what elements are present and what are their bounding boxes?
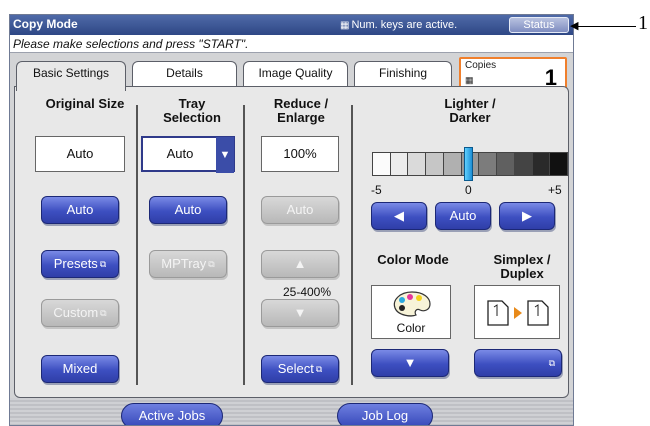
density-cell [443,153,462,175]
density-max-label: +5 [548,183,562,197]
tray-heading-line2: Selection [163,110,221,125]
tab-finishing[interactable]: Finishing [354,61,452,87]
color-mode-display: Color [371,285,451,339]
dropdown-arrow-icon: ▼ [216,137,234,173]
callout-line [576,26,636,27]
lighter-button[interactable]: ◀ [371,202,427,230]
presets-label: Presets [53,256,98,271]
popup-icon: ⧉ [315,364,323,374]
keypad-icon: ▦ [465,75,473,85]
custom-button[interactable]: Custom ⧉ [41,299,119,327]
title-bar: Copy Mode ▦ Num. keys are active. Status [10,15,573,35]
density-heading: Lighter / Darker [415,97,525,125]
tray-selection-value: Auto [166,146,194,161]
bottom-bar [10,398,573,425]
copies-label: Copies [465,60,497,71]
reduce-heading-line1: Reduce / [273,96,329,111]
status-button[interactable]: Status [509,17,569,33]
density-mid-label: 0 [465,183,472,197]
simplex-heading-line1: Simplex / [493,252,551,267]
tab-basic-settings[interactable]: Basic Settings [16,61,126,91]
mixed-button[interactable]: Mixed [41,355,119,383]
density-cell [550,153,568,175]
column-divider [351,105,353,385]
reduce-heading-line2: Enlarge [277,110,325,125]
callout-arrow-icon: ◀ [570,20,579,32]
density-cell [532,153,551,175]
density-cell [497,153,515,175]
density-min-label: -5 [371,183,382,197]
zoom-auto-button[interactable]: Auto [261,196,339,224]
tray-selection-display[interactable]: Auto ▼ [141,136,235,173]
callout-number: 1 [638,12,648,34]
original-size-display: Auto [35,136,125,172]
zoom-range-label: 25-400% [282,285,332,299]
keypad-icon: ▦ [340,20,350,31]
custom-label: Custom [53,305,99,320]
mptray-label: MPTray [161,256,207,271]
down-arrow-icon: ▼ [403,355,417,370]
density-heading-line1: Lighter / [444,96,496,111]
darker-button[interactable]: ▶ [499,202,555,230]
zoom-select-button[interactable]: Select ⧉ [261,355,339,383]
tray-auto-button[interactable]: Auto [149,196,227,224]
basic-settings-panel: Original Size Auto Auto Presets ⧉ Custom ⧉… [14,86,569,398]
numkeys-text: Num. keys are active. [351,19,458,31]
zoom-display: 100% [261,136,339,172]
right-arrow-icon: ▶ [522,208,532,223]
popup-icon: ⧉ [208,259,215,269]
select-label: Select [277,361,314,376]
density-cell [373,153,391,175]
density-cell [514,153,533,175]
left-arrow-icon: ◀ [394,208,404,223]
original-size-heading: Original Size [45,96,125,111]
instruction-message: Please make selections and press "START"… [10,35,573,53]
density-cell [408,153,427,175]
zoom-down-button[interactable]: ▼ [261,299,339,327]
column-divider [136,105,138,385]
zoom-up-button[interactable]: ▲ [261,250,339,278]
numkeys-indicator: ▦ Num. keys are active. [340,19,457,31]
density-cell [479,153,498,175]
density-cell [426,153,444,175]
popup-icon: ⧉ [548,358,555,368]
mptray-button[interactable]: MPTray ⧉ [149,250,227,278]
popup-icon: ⧉ [100,308,107,318]
tray-selection-heading: Tray Selection [147,97,237,125]
tab-details[interactable]: Details [132,61,237,87]
popup-icon: ⧉ [99,259,107,269]
original-size-auto-button[interactable]: Auto [41,196,119,224]
simplex-heading-line2: Duplex [500,266,544,281]
up-arrow-icon: ▲ [293,256,307,271]
palette-icon [393,291,431,317]
reduce-enlarge-heading: Reduce / Enlarge [259,97,343,125]
active-jobs-button[interactable]: Active Jobs [121,403,223,425]
window-title: Copy Mode [13,17,78,31]
color-mode-button[interactable]: ▼ [371,349,449,377]
down-arrow-icon: ▼ [293,305,307,320]
color-mode-heading: Color Mode [377,252,449,267]
density-marker[interactable] [464,147,473,181]
tab-image-quality[interactable]: Image Quality [243,61,348,87]
color-mode-value: Color [396,321,426,335]
copy-mode-screen: Copy Mode ▦ Num. keys are active. Status … [9,14,574,426]
tray-heading-line1: Tray [178,96,206,111]
density-cell [390,153,409,175]
presets-button[interactable]: Presets ⧉ [41,250,119,278]
density-heading-line2: Darker [449,110,491,125]
simplex-icon [487,300,549,326]
column-divider [243,105,245,385]
simplex-button[interactable]: ⧉ [474,349,562,377]
simplex-display [474,285,560,339]
job-log-button[interactable]: Job Log [337,403,433,425]
density-auto-button[interactable]: Auto [435,202,491,230]
simplex-heading: Simplex / Duplex [475,253,569,281]
